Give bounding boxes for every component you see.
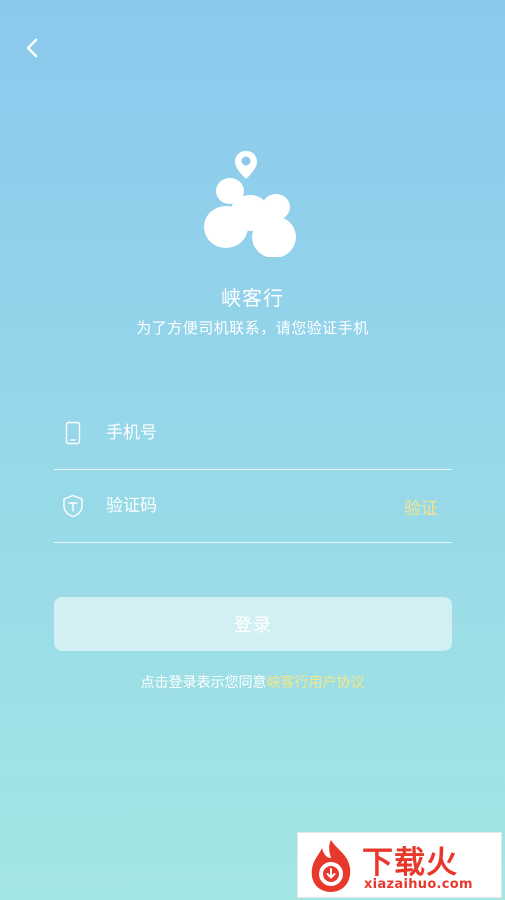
back-button[interactable] — [16, 32, 48, 64]
fire-logo-icon — [311, 840, 351, 892]
user-agreement-link[interactable]: 峡客行用户协议 — [267, 675, 365, 691]
code-field-row: 验证 — [54, 470, 452, 543]
phone-field-row — [54, 397, 452, 470]
watermark-logo: 下载火 xiazaihuo.com — [297, 832, 502, 898]
chevron-left-icon — [26, 38, 38, 58]
shield-icon — [62, 494, 84, 518]
app-name: 峡客行 — [221, 286, 284, 310]
watermark-en-text: xiazaihuo.com — [364, 877, 473, 892]
agreement-prefix: 点击登录表示您同意 — [140, 675, 267, 691]
phone-input[interactable] — [106, 417, 356, 449]
agreement-text: 点击登录表示您同意峡客行用户协议 — [0, 672, 505, 692]
app-logo-icon — [204, 151, 296, 257]
watermark-cn-text: 下载火 — [362, 845, 458, 881]
verification-code-input[interactable] — [106, 490, 356, 522]
login-button[interactable]: 登录 — [54, 597, 452, 651]
verify-button[interactable]: 验证 — [404, 494, 438, 519]
phone-icon — [62, 421, 84, 445]
subtitle: 为了方便司机联系，请您验证手机 — [136, 319, 369, 337]
